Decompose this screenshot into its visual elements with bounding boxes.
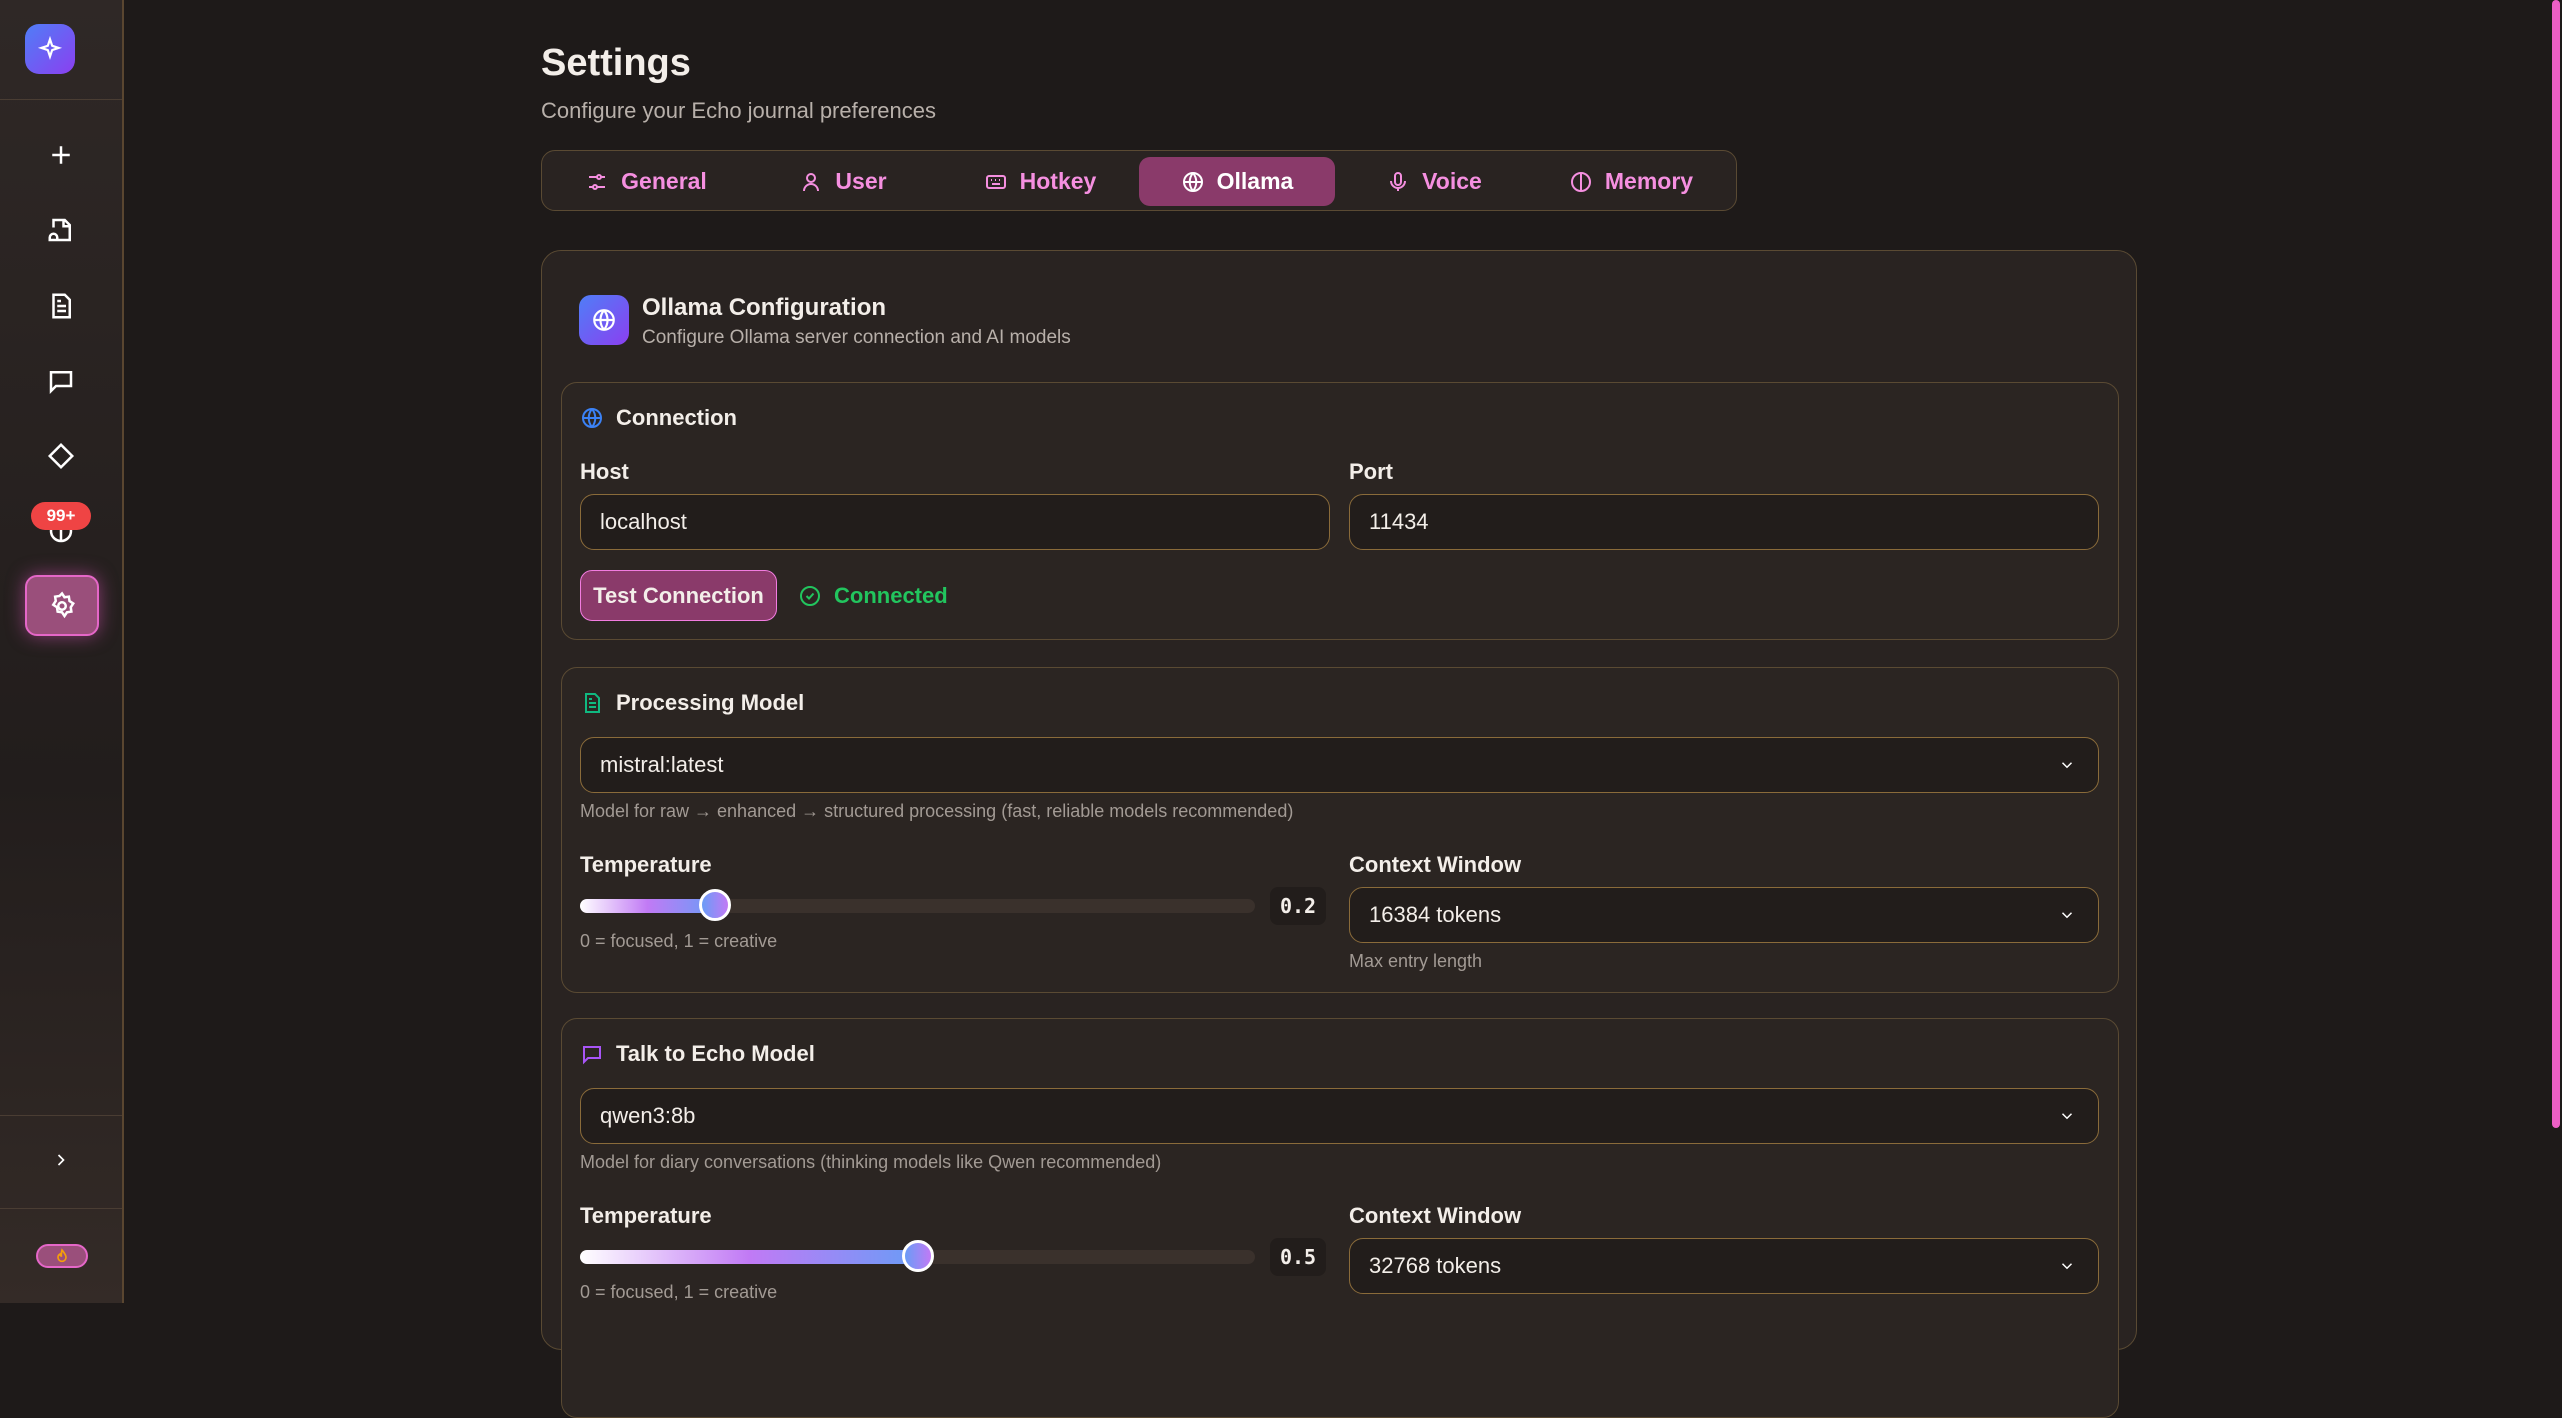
chat-icon[interactable] <box>37 357 85 405</box>
status-text: Connected <box>834 583 948 608</box>
select-value: qwen3:8b <box>600 1103 696 1128</box>
document-icon <box>585 693 600 713</box>
temperature-value: 0.5 <box>1270 1238 1326 1276</box>
globe-icon <box>582 408 602 428</box>
tab-label: Ollama <box>1216 168 1294 194</box>
chevron-down-icon <box>2061 1263 2073 1270</box>
section-title-text: Processing Model <box>616 690 805 715</box>
card-title: Ollama Configuration <box>642 294 887 321</box>
app-logo-sparkles-icon[interactable] <box>25 24 75 74</box>
select-value: 16384 tokens <box>1369 902 1502 927</box>
section-title: Talk to Echo Model <box>580 1041 815 1067</box>
talk-model-select[interactable]: qwen3:8b <box>580 1088 2099 1144</box>
gear-icon <box>38 582 86 630</box>
slider-fill <box>580 899 715 913</box>
scrollbar[interactable] <box>2552 0 2560 1128</box>
context-window-label: Context Window <box>1349 852 1522 877</box>
slider-fill <box>580 1250 918 1264</box>
document-icon[interactable] <box>37 282 85 330</box>
processing-model-select[interactable]: mistral:latest <box>580 737 2099 793</box>
mic-icon <box>1390 171 1407 191</box>
audio-file-icon[interactable] <box>37 206 85 254</box>
page-subtitle: Configure your Echo journal preferences <box>541 98 937 123</box>
host-input[interactable]: localhost <box>580 494 1330 550</box>
chevron-down-icon <box>2061 1113 2073 1120</box>
model-help: Model for raw → enhanced → structured pr… <box>580 801 1294 821</box>
context-window-select[interactable]: 16384 tokens <box>1349 887 2099 943</box>
keyboard-icon <box>985 174 1006 189</box>
tab-label: General <box>621 168 707 194</box>
streak-flame-icon[interactable] <box>36 1244 88 1268</box>
tab-hotkey[interactable]: Hotkey <box>942 157 1138 206</box>
section-title-text: Connection <box>616 405 737 430</box>
sidebar: 99+ <box>0 0 124 1303</box>
tab-label: Memory <box>1604 168 1694 194</box>
test-connection-button[interactable]: Test Connection <box>580 570 777 621</box>
tab-label: Voice <box>1422 168 1482 194</box>
port-label: Port <box>1349 459 1393 484</box>
expand-chevron-right-icon[interactable] <box>37 1136 85 1184</box>
temperature-label: Temperature <box>580 852 712 877</box>
chevron-down-icon <box>2061 762 2073 769</box>
tab-memory[interactable]: Memory <box>1533 157 1729 206</box>
section-title: Connection <box>580 405 737 431</box>
chevron-down-icon <box>2061 912 2073 919</box>
globe-icon <box>1182 171 1203 192</box>
processing-model-section: Processing Model mistral:latest Model fo… <box>561 667 2119 993</box>
temperature-slider[interactable] <box>580 1240 1255 1272</box>
temperature-value: 0.2 <box>1270 887 1326 925</box>
talk-model-section: Talk to Echo Model qwen3:8b Model for di… <box>561 1018 2119 1418</box>
brain-icon <box>1570 171 1591 192</box>
select-value: mistral:latest <box>600 752 724 777</box>
host-label: Host <box>580 459 629 484</box>
temperature-help: 0 = focused, 1 = creative <box>580 931 778 951</box>
settings-tabs: General User Hotkey Ollama Voice Memory <box>541 150 1737 211</box>
tab-general[interactable]: General <box>548 157 744 206</box>
section-title-text: Talk to Echo Model <box>616 1041 815 1066</box>
slider-thumb[interactable] <box>699 889 731 921</box>
sliders-icon <box>589 173 606 190</box>
temperature-help: 0 = focused, 1 = creative <box>580 1282 778 1302</box>
check-circle-icon <box>800 586 820 606</box>
context-help: Max entry length <box>1349 951 1483 971</box>
tab-user[interactable]: User <box>745 157 941 206</box>
new-entry-plus-icon[interactable] <box>37 131 85 179</box>
tab-ollama[interactable]: Ollama <box>1139 157 1335 206</box>
temperature-slider[interactable] <box>580 889 1255 921</box>
model-help: Model for diary conversations (thinking … <box>580 1152 1162 1172</box>
globe-icon <box>579 295 629 345</box>
diamond-icon[interactable] <box>37 432 85 480</box>
tab-label: User <box>835 168 887 194</box>
context-window-select[interactable]: 32768 tokens <box>1349 1238 2099 1294</box>
section-title: Processing Model <box>580 690 804 716</box>
context-window-label: Context Window <box>1349 1203 1522 1228</box>
port-input[interactable]: 11434 <box>1349 494 2099 550</box>
connection-section: Connection Host localhost Port 11434 Tes… <box>561 382 2119 640</box>
slider-thumb[interactable] <box>901 1240 934 1272</box>
user-icon <box>803 172 820 191</box>
page-title: Settings <box>541 42 691 84</box>
select-value: 32768 tokens <box>1369 1253 1502 1278</box>
sidebar-item-settings[interactable] <box>25 575 99 636</box>
card-subtitle: Configure Ollama server connection and A… <box>642 327 1071 348</box>
notification-badge: 99+ <box>31 502 91 530</box>
chat-icon <box>583 1046 601 1065</box>
connection-status: Connected <box>798 583 948 609</box>
ollama-config-card: Ollama Configuration Configure Ollama se… <box>541 250 2137 1418</box>
tab-voice[interactable]: Voice <box>1336 157 1532 206</box>
temperature-label: Temperature <box>580 1203 712 1228</box>
tab-label: Hotkey <box>1019 168 1097 194</box>
